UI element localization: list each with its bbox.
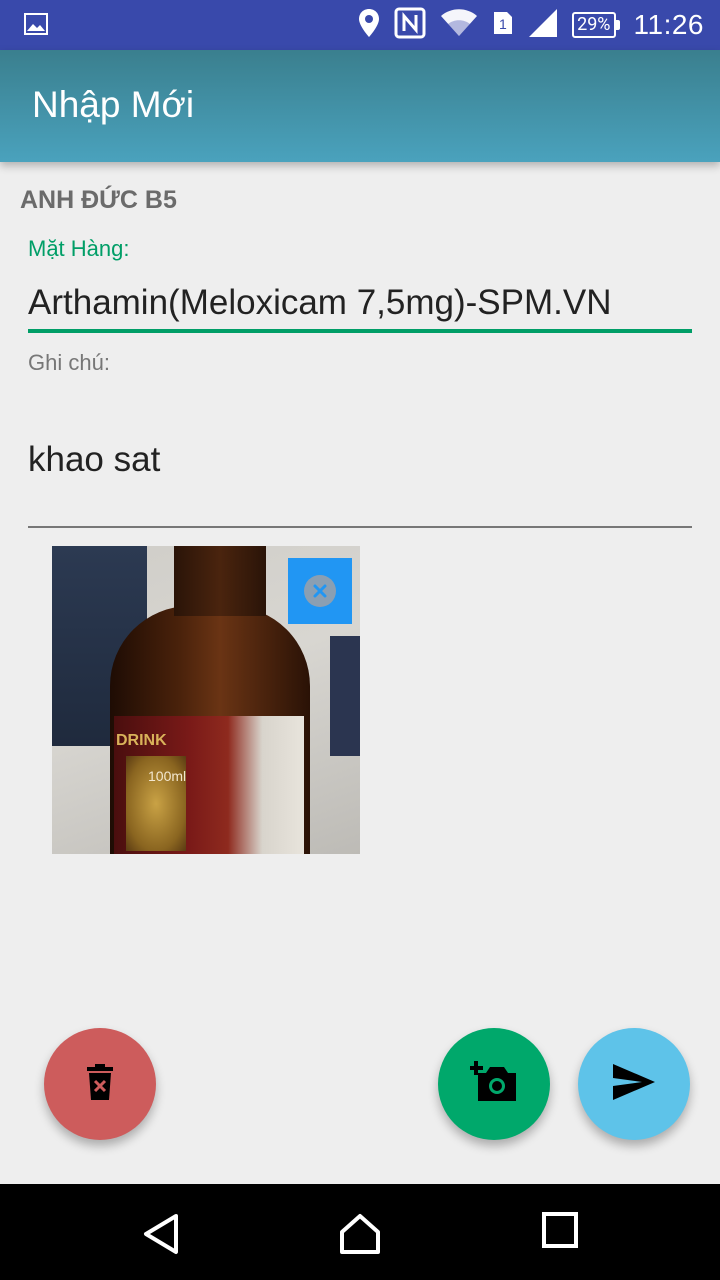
bottle-label-text: DRINK (116, 732, 167, 749)
send-button[interactable] (578, 1028, 690, 1140)
location-icon (358, 8, 380, 42)
navigation-bar (0, 1184, 720, 1280)
status-bar: 1 29% 11:26 (0, 0, 720, 50)
add-photo-icon (469, 1061, 518, 1107)
svg-text:1: 1 (499, 16, 507, 32)
item-field[interactable]: Arthamin(Meloxicam 7,5mg)-SPM.VN (28, 283, 611, 323)
item-label: Mặt Hàng: (28, 236, 130, 261)
note-field[interactable]: khao sat (28, 440, 160, 480)
back-icon[interactable] (140, 1212, 184, 1256)
delete-button[interactable] (44, 1028, 156, 1140)
recents-icon[interactable] (542, 1212, 586, 1256)
customer-name: ANH ĐỨC B5 (20, 186, 177, 214)
item-field-underline (28, 329, 692, 333)
note-label: Ghi chú: (28, 350, 110, 375)
sim1-icon: 1 (492, 10, 514, 40)
note-field-underline (28, 526, 692, 528)
wifi-icon (440, 8, 478, 42)
home-icon[interactable] (338, 1212, 382, 1256)
send-icon (612, 1063, 656, 1105)
clock: 11:26 (633, 9, 704, 40)
image-icon (24, 12, 48, 40)
battery-level: 29% (572, 12, 616, 38)
close-icon (304, 575, 336, 607)
signal-icon (528, 8, 558, 42)
remove-photo-button[interactable] (288, 558, 352, 624)
page-title: Nhập Mới (32, 84, 195, 125)
app-bar: Nhập Mới (0, 50, 720, 162)
nfc-icon (394, 7, 426, 43)
trash-icon (85, 1064, 115, 1104)
battery-icon: 29% (572, 12, 620, 38)
add-photo-button[interactable] (438, 1028, 550, 1140)
bottle-volume-text: 100ml (148, 768, 187, 784)
